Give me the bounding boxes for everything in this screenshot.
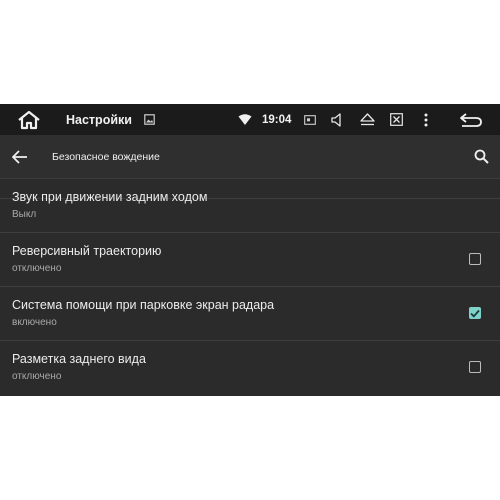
checkbox-parking-radar[interactable]	[469, 307, 481, 319]
arrow-back-icon[interactable]	[12, 135, 28, 178]
setting-title: Система помощи при парковке экран радара	[12, 298, 275, 312]
close-box-icon[interactable]	[390, 104, 403, 135]
image-icon	[144, 104, 155, 135]
setting-summary: отключено	[12, 263, 62, 274]
volume-icon[interactable]	[331, 104, 344, 135]
clock: 19:04	[262, 113, 292, 126]
device-screen: Настройки 19:04 Безопасное вождение Звук…	[0, 104, 500, 396]
back-icon[interactable]	[459, 104, 483, 135]
setting-title: Разметка заднего вида	[12, 352, 146, 366]
setting-title: Звук при движении задним ходом	[12, 190, 208, 204]
home-icon[interactable]	[16, 104, 44, 135]
setting-reverse-trajectory[interactable]: Реверсивный траекторию отключено	[0, 233, 500, 287]
setting-summary: Выкл	[12, 209, 37, 220]
page-title: Безопасное вождение	[52, 150, 160, 163]
setting-summary: отключено	[12, 371, 62, 382]
setting-title: Реверсивный траекторию	[12, 244, 162, 258]
status-bar: Настройки 19:04	[0, 104, 500, 135]
setting-rear-view-lines[interactable]: Разметка заднего вида отключено	[0, 341, 500, 395]
check-icon	[470, 309, 480, 318]
screen-icon[interactable]	[304, 104, 316, 135]
more-vert-icon[interactable]	[424, 104, 428, 135]
search-icon[interactable]	[474, 135, 489, 178]
app-title: Настройки	[66, 112, 132, 127]
wifi-icon	[238, 104, 252, 135]
setting-reverse-sound[interactable]: Звук при движении задним ходом Выкл	[0, 179, 500, 233]
checkbox-rear-view-lines[interactable]	[469, 361, 481, 373]
action-bar: Безопасное вождение	[0, 135, 500, 178]
setting-parking-radar[interactable]: Система помощи при парковке экран радара…	[0, 287, 500, 341]
setting-summary: включено	[12, 317, 57, 328]
eject-icon[interactable]	[360, 104, 375, 135]
checkbox-reverse-trajectory[interactable]	[469, 253, 481, 265]
